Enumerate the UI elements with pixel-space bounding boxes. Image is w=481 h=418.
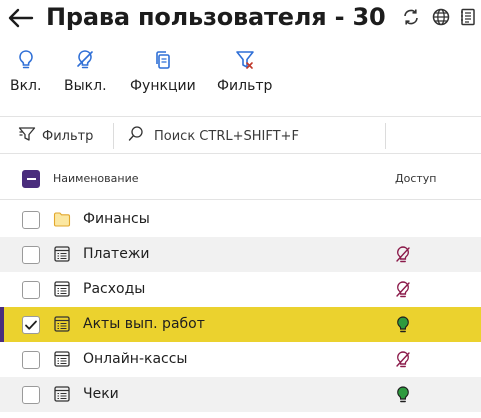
back-arrow-icon[interactable] <box>6 4 36 32</box>
row-label: Акты вып. работ <box>83 316 205 332</box>
folder-icon <box>53 210 71 228</box>
access-off-icon[interactable] <box>394 245 412 265</box>
table-row[interactable]: Чеки <box>0 377 481 412</box>
disable-label: Выкл. <box>64 78 107 94</box>
table-header: Наименование Доступ <box>0 158 481 200</box>
search-input[interactable] <box>154 128 384 144</box>
globe-icon[interactable] <box>431 7 451 27</box>
table-row[interactable]: Платежи <box>0 237 481 272</box>
notes-icon[interactable] <box>458 7 478 27</box>
document-list-icon <box>53 315 71 333</box>
header: Права пользователя - 30 <box>0 0 481 40</box>
search-field[interactable] <box>128 125 384 147</box>
row-checkbox-checked[interactable] <box>22 316 40 334</box>
table-row[interactable]: Финансы <box>0 202 481 237</box>
table-row[interactable]: Онлайн-кассы <box>0 342 481 377</box>
table-row[interactable]: Расходы <box>0 272 481 307</box>
lightbulb-icon <box>16 48 36 72</box>
refresh-icon[interactable] <box>401 7 421 27</box>
enable-button[interactable]: Вкл. <box>10 48 41 94</box>
functions-button[interactable]: Функции <box>130 48 196 94</box>
document-list-icon <box>53 280 71 298</box>
enable-label: Вкл. <box>10 78 42 94</box>
row-label: Онлайн-кассы <box>83 351 188 367</box>
divider <box>113 123 114 149</box>
row-checkbox[interactable] <box>22 386 40 404</box>
row-label: Чеки <box>83 386 119 402</box>
filter-label: Фильтр <box>42 128 94 144</box>
row-checkbox[interactable] <box>22 246 40 264</box>
document-list-icon <box>53 245 71 263</box>
filter-button[interactable]: Фильтр <box>18 125 93 147</box>
filter-icon <box>18 125 36 147</box>
column-header-name[interactable]: Наименование <box>53 172 138 185</box>
access-on-icon[interactable] <box>394 385 412 405</box>
row-label: Платежи <box>83 246 150 262</box>
divider <box>385 123 386 149</box>
document-list-icon <box>53 385 71 403</box>
access-on-icon[interactable] <box>394 315 412 335</box>
filter-toolbar-button[interactable]: Фильтр <box>217 48 272 94</box>
functions-label: Функции <box>130 78 196 94</box>
select-all-checkbox[interactable] <box>22 170 40 188</box>
search-icon <box>128 125 144 147</box>
row-checkbox[interactable] <box>22 211 40 229</box>
page-title: Права пользователя - 30 <box>46 3 386 31</box>
filter-funnel-icon <box>234 48 256 72</box>
disable-button[interactable]: Выкл. <box>64 48 107 94</box>
copy-icon <box>153 48 173 72</box>
access-off-icon[interactable] <box>394 280 412 300</box>
table-row-selected[interactable]: Акты вып. работ <box>0 307 481 342</box>
selection-marker <box>0 307 4 342</box>
row-checkbox[interactable] <box>22 281 40 299</box>
document-list-icon <box>53 350 71 368</box>
column-header-access[interactable]: Доступ <box>395 172 436 185</box>
lightbulb-off-icon <box>75 48 95 72</box>
toolbar: Вкл. Выкл. Функции Фильтр <box>0 42 481 100</box>
search-bar: Фильтр <box>0 116 481 154</box>
access-off-icon[interactable] <box>394 350 412 370</box>
filter-toolbar-label: Фильтр <box>217 78 273 94</box>
row-label: Финансы <box>83 211 150 227</box>
row-label: Расходы <box>83 281 146 297</box>
row-checkbox[interactable] <box>22 351 40 369</box>
